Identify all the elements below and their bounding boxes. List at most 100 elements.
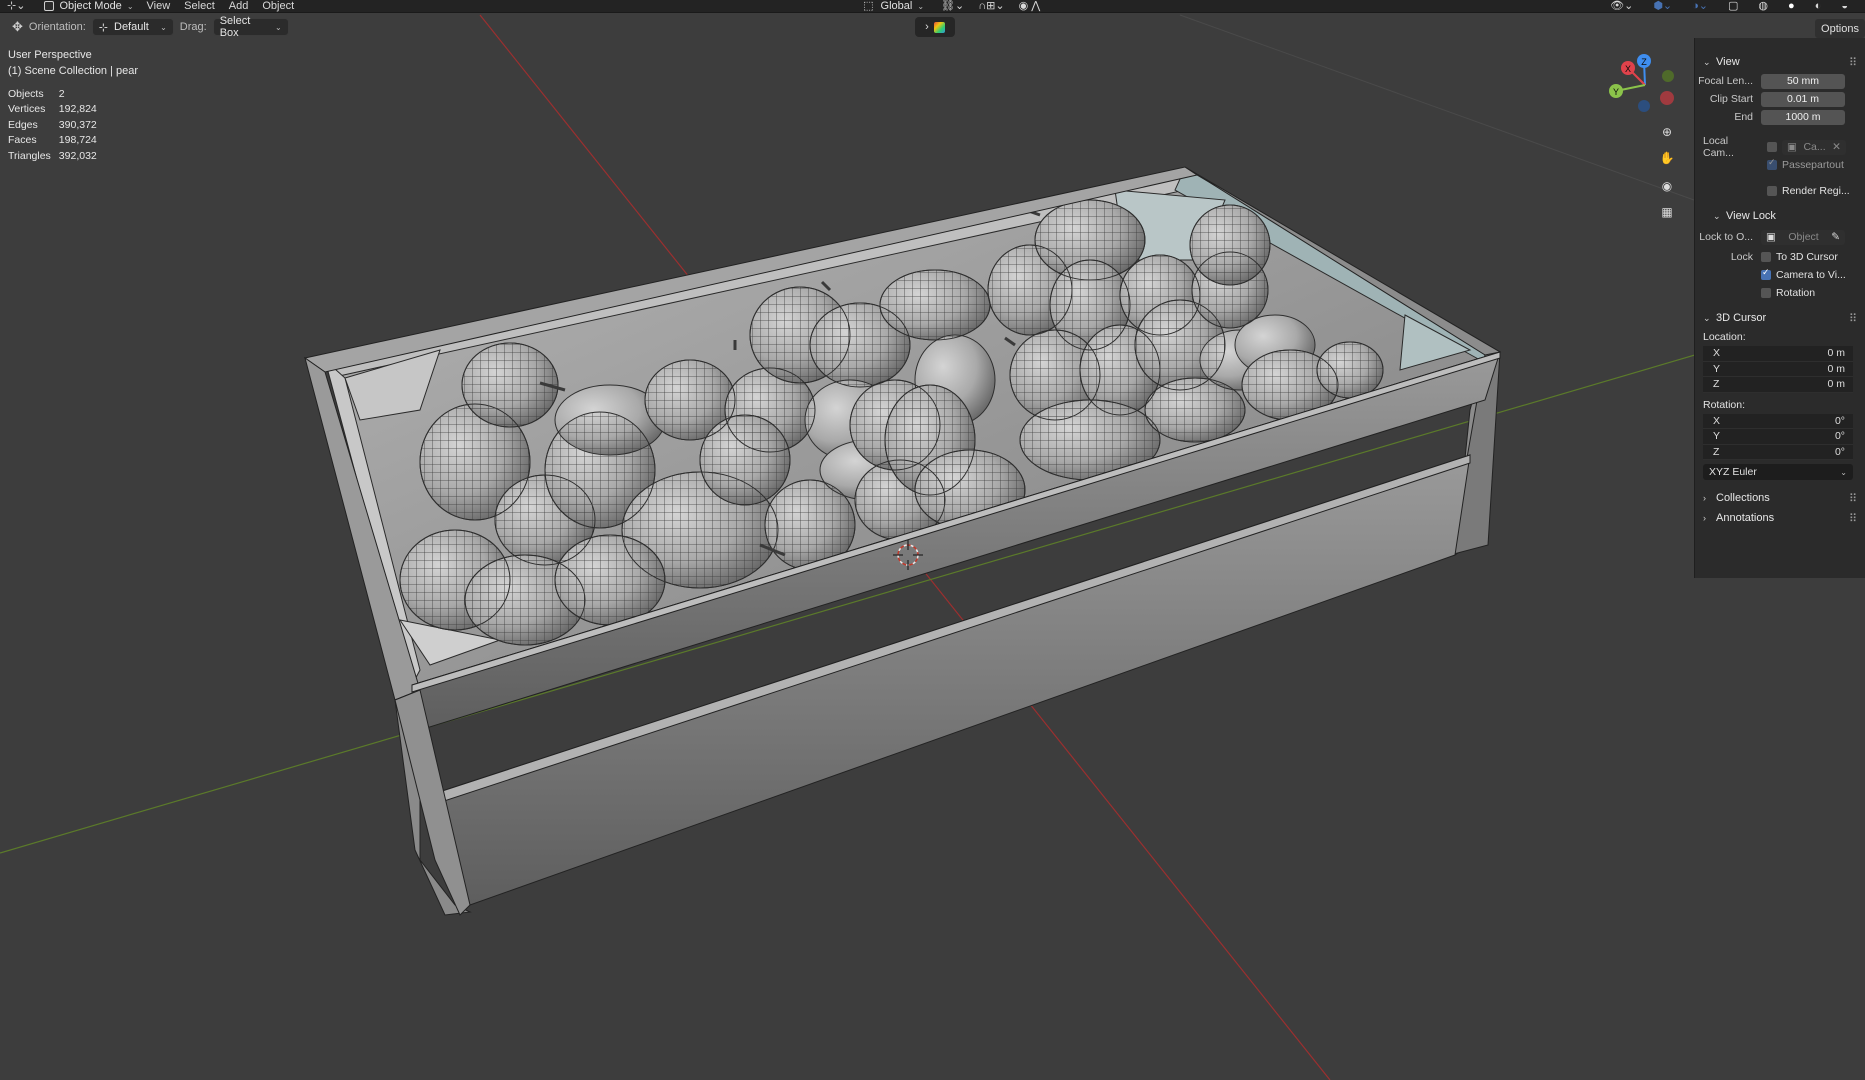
visibility-icon[interactable]: 👁⌄ [1603, 0, 1640, 13]
rotation-mode-dropdown[interactable]: XYZ Euler ⌄ [1703, 464, 1853, 480]
solid-shading-icon[interactable]: ● [1781, 0, 1802, 13]
focal-length-label: Focal Len... [1698, 75, 1753, 87]
axis-value: 0° [1834, 414, 1845, 427]
collection-label: (1) Scene Collection | pear [8, 65, 139, 77]
local-camera-value: Ca... [1803, 141, 1826, 153]
wireframe-shading-icon[interactable]: ◍ [1751, 0, 1775, 13]
orientation-label: Orientation: [28, 21, 86, 33]
stat-value: 198,724 [58, 134, 97, 147]
object-mode-icon [44, 1, 55, 11]
zoom-icon[interactable]: ⊕ [1656, 121, 1678, 143]
menu-select[interactable]: Select [177, 0, 222, 13]
local-camera-checkbox[interactable] [1767, 142, 1777, 152]
snap-icon[interactable]: ∩⊞⌄ [971, 0, 1011, 13]
gizmo-toggle-icon[interactable]: ⬢⌄ [1646, 0, 1679, 13]
pivot-icon[interactable]: ⛓⌄ [934, 0, 971, 13]
location-y-field[interactable]: Y 0 m [1703, 361, 1853, 377]
drag-handle-icon[interactable]: ⠿ [1849, 512, 1857, 525]
lock-to-cursor-checkbox[interactable] [1761, 252, 1771, 262]
axis-value: 0° [1834, 445, 1845, 458]
grid-view-icon[interactable]: ▦ [1656, 201, 1678, 223]
mode-label: Object Mode [59, 0, 122, 12]
rotation-z-field[interactable]: Z 0° [1703, 444, 1853, 460]
options-button[interactable]: Options [1815, 19, 1865, 38]
chevron-down-icon: ⌄ [1703, 312, 1711, 323]
location-x-field[interactable]: X 0 m [1703, 346, 1853, 362]
chevron-right-icon: › [1703, 513, 1706, 523]
lock-to-object-label: Lock to O... [1699, 231, 1753, 243]
material-shading-icon[interactable]: ◐ [1808, 0, 1829, 13]
clip-start-label: Clip Start [1709, 93, 1753, 105]
rendered-shading-icon[interactable]: ◒ [1834, 0, 1855, 13]
3d-viewport[interactable] [0, 0, 1865, 1080]
lock-rotation-checkbox[interactable] [1761, 288, 1771, 298]
drag-handle-icon[interactable]: ⠿ [1849, 56, 1857, 69]
chevron-down-icon: ⌄ [1703, 56, 1711, 67]
chevron-down-icon: ⌄ [274, 22, 282, 32]
drag-label: Drag: [179, 21, 207, 33]
camera-to-view-checkbox[interactable] [1761, 267, 1771, 280]
lock-to-object-row: Lock to O... ▣ Object ✎ [1695, 226, 1865, 248]
lock-to-cursor-label: To 3D Cursor [1776, 251, 1838, 263]
lock-rotation-row: Rotation [1695, 284, 1865, 302]
local-camera-field[interactable]: ▣ Ca... ✕ [1782, 139, 1846, 155]
chevron-down-icon: ⌄ [126, 1, 134, 11]
rotation-x-field[interactable]: X 0° [1703, 413, 1853, 429]
menu-add[interactable]: Add [222, 0, 256, 13]
axis-value: 0 m [1827, 362, 1845, 375]
scene-statistics: Objects 2 Vertices 192,824 Edges 390,372 Fa… [8, 86, 105, 164]
menu-object[interactable]: Object [255, 0, 301, 13]
viewport-info: User Perspective (1) Scene Collection | … [8, 47, 138, 79]
sidebar-panel: ⌄ View ⠿ Focal Len... 50 mm Clip Start 0… [1694, 38, 1865, 578]
chevron-right-icon: › [925, 21, 929, 33]
editor-header-toggle[interactable]: › [915, 17, 955, 37]
location-z-field[interactable]: Z 0 m [1703, 377, 1853, 393]
transform-orientation-dropdown[interactable]: ⬚ Global ⌄ [856, 0, 924, 13]
clip-start-field[interactable]: 0.01 m [1761, 91, 1845, 107]
chevron-down-icon: ⌄ [1840, 467, 1847, 477]
proportional-edit-icon[interactable]: ◉ ⋀ [1012, 0, 1048, 13]
location-label: Location: [1703, 331, 1746, 343]
orientation-dropdown[interactable]: ⊹ Default ⌄ [91, 18, 174, 36]
annotations-section-header[interactable]: › Annotations ⠿ [1695, 508, 1865, 528]
viewport-shading-group: 👁⌄ ⬢⌄ ◑⌄ ▢ ◍ ● ◐ ◒ [1603, 0, 1855, 13]
focal-length-field[interactable]: 50 mm [1761, 73, 1845, 89]
drag-handle-icon[interactable]: ⠿ [1849, 312, 1857, 325]
collections-section-header[interactable]: › Collections ⠿ [1695, 488, 1865, 508]
rotation-y-field[interactable]: Y 0° [1703, 429, 1853, 445]
view-lock-header[interactable]: ⌄ View Lock [1695, 206, 1865, 226]
editor-type-icon[interactable]: ⊹⌄ [0, 0, 32, 13]
collections-title: Collections [1716, 492, 1770, 504]
stat-label: Edges [8, 118, 38, 131]
close-icon[interactable]: ✕ [1832, 141, 1841, 153]
passepartout-checkbox[interactable] [1767, 157, 1777, 170]
pan-hand-icon[interactable]: ✋ [1656, 147, 1678, 169]
3d-cursor-section-header[interactable]: ⌄ 3D Cursor ⠿ [1695, 308, 1865, 328]
lock-to-object-field[interactable]: ▣ Object ✎ [1761, 229, 1845, 245]
xray-icon[interactable]: ▢ [1721, 0, 1745, 13]
transform-gizmo-icon[interactable]: ✥ [12, 19, 23, 35]
local-camera-label: Local Cam... [1703, 135, 1734, 159]
navigation-gizmo[interactable]: Z X Y [1600, 48, 1690, 120]
drag-handle-icon[interactable]: ⠿ [1849, 492, 1857, 505]
stat-value: 192,824 [58, 103, 97, 116]
mode-dropdown[interactable]: Object Mode ⌄ [38, 0, 139, 13]
render-region-checkbox[interactable] [1767, 186, 1777, 196]
blender-window: Z X Y ⊕ ✋ ◉ ▦ ⊹⌄ Object Mode ⌄ View Sele… [0, 0, 1865, 1080]
camera-view-icon[interactable]: ◉ [1656, 175, 1678, 197]
3d-cursor-title: 3D Cursor [1716, 312, 1767, 324]
clip-end-field[interactable]: 1000 m [1761, 109, 1845, 125]
lock-to-object-placeholder: Object [1788, 231, 1819, 243]
axis-label: Z [1713, 445, 1720, 458]
rotation-mode-value: XYZ Euler [1709, 466, 1757, 478]
drag-dropdown[interactable]: Select Box ⌄ [212, 15, 289, 39]
eyedropper-icon[interactable]: ✎ [1831, 231, 1840, 243]
axis-label: X [1713, 347, 1721, 360]
view-section-header[interactable]: ⌄ View ⠿ [1695, 52, 1865, 72]
stat-row: Triangles 392,032 [8, 148, 105, 164]
stat-value: 2 [58, 87, 65, 100]
chevron-right-icon: › [1703, 493, 1706, 503]
overlay-toggle-icon[interactable]: ◑⌄ [1685, 0, 1715, 13]
menu-view[interactable]: View [140, 0, 178, 13]
stat-value: 390,372 [58, 118, 97, 131]
